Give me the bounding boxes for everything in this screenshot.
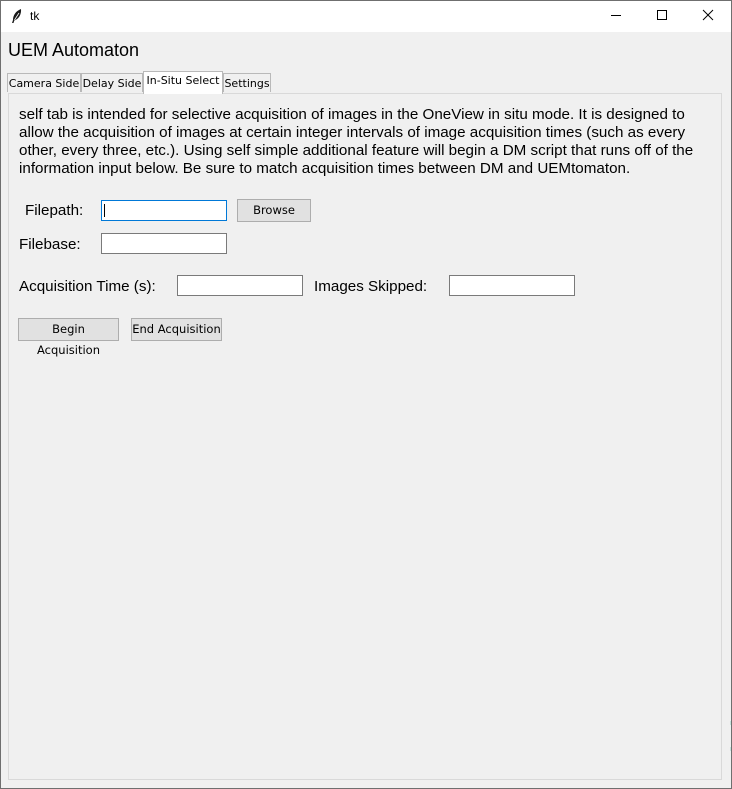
in-situ-panel: self tab is intended for selective acqui…	[8, 93, 722, 780]
maximize-icon	[656, 8, 668, 26]
tab-settings[interactable]: Settings	[223, 73, 271, 92]
filebase-label: Filebase:	[19, 236, 81, 253]
close-button[interactable]	[685, 1, 731, 32]
filepath-label: Filepath:	[25, 202, 84, 219]
minimize-icon	[610, 8, 622, 26]
app-heading: UEM Automaton	[8, 40, 140, 60]
maximize-button[interactable]	[639, 1, 685, 32]
images-skipped-label: Images Skipped:	[314, 278, 428, 295]
acquisition-time-input[interactable]	[177, 275, 303, 296]
begin-acquisition-button[interactable]: Begin Acquisition	[18, 318, 119, 357]
browse-button[interactable]: Browse	[237, 199, 311, 222]
feather-icon	[10, 8, 24, 24]
tab-camera-side[interactable]: Camera Side	[7, 73, 81, 92]
description-text: self tab is intended for selective acqui…	[19, 106, 694, 177]
filebase-input[interactable]	[101, 233, 227, 254]
tab-delay-side[interactable]: Delay Side	[81, 73, 143, 92]
app-window: tk UEM Automaton Camera Side Delay Side …	[0, 0, 732, 789]
title-bar[interactable]: tk	[1, 1, 731, 32]
end-acquisition-button[interactable]: End Acquisition	[131, 318, 222, 341]
acquisition-time-label: Acquisition Time (s):	[19, 278, 156, 295]
minimize-button[interactable]	[593, 1, 639, 32]
filepath-input[interactable]	[101, 200, 227, 221]
images-skipped-input[interactable]	[449, 275, 575, 296]
close-icon	[702, 8, 714, 26]
window-title: tk	[30, 9, 40, 23]
text-caret	[104, 204, 105, 217]
tab-in-situ-select[interactable]: In-Situ Select	[143, 71, 223, 94]
